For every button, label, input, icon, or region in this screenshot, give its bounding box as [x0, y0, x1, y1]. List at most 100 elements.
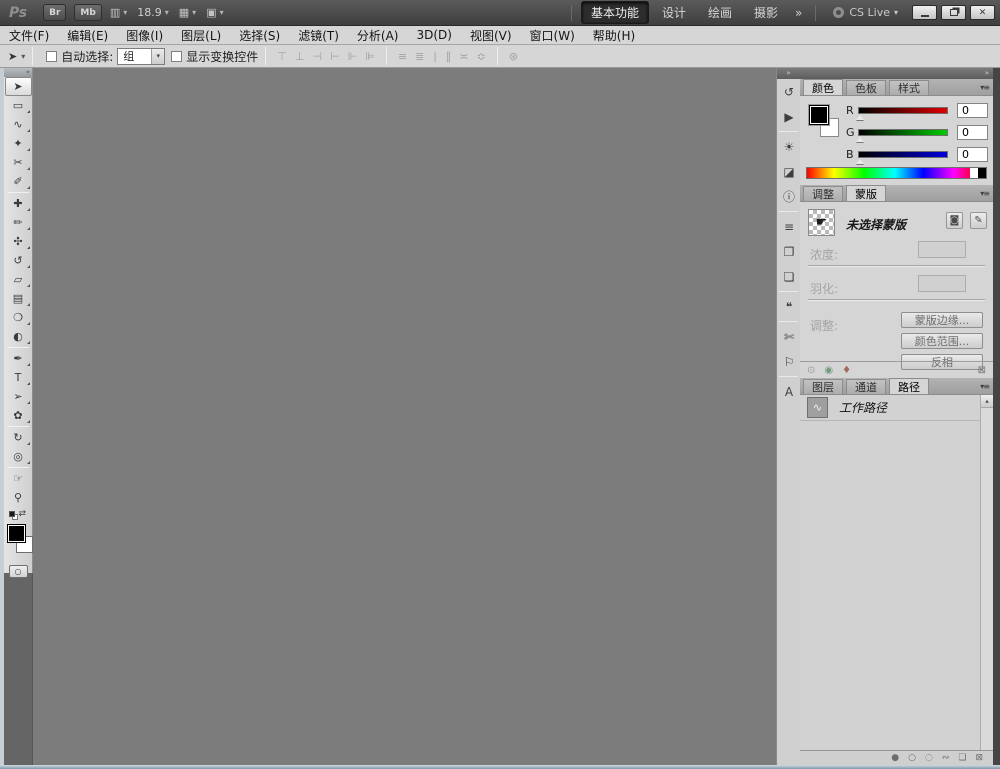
3d-rotate-tool[interactable]: ↻: [5, 428, 32, 447]
scroll-up-button[interactable]: ▴: [981, 395, 993, 408]
auto-select-checkbox[interactable]: [46, 51, 57, 62]
tab-swatches[interactable]: 色板: [846, 80, 886, 95]
black-swatch[interactable]: [978, 168, 986, 178]
info-panel-icon[interactable]: ⓘ: [777, 184, 801, 209]
work-path-row[interactable]: ∿ 工作路径: [800, 395, 993, 421]
document-canvas[interactable]: [33, 68, 776, 765]
minimize-button[interactable]: [912, 5, 937, 20]
tab-masks[interactable]: 蒙版: [846, 185, 886, 201]
workspace-design[interactable]: 设计: [653, 2, 695, 23]
slider-thumb[interactable]: [856, 111, 864, 120]
dodge-tool[interactable]: ◐: [5, 327, 32, 346]
slider-thumb[interactable]: [856, 133, 864, 142]
color-spectrum-ramp[interactable]: [806, 167, 987, 179]
path-thumbnail[interactable]: ∿: [807, 397, 828, 418]
move-tool-preset[interactable]: ➤ ▾: [8, 50, 25, 63]
fill-path-icon[interactable]: ●: [891, 753, 899, 763]
tab-layers[interactable]: 图层: [803, 379, 843, 394]
panel-menu-icon[interactable]: ▾≡: [980, 83, 989, 92]
distribute-top-icon[interactable]: ≡: [398, 50, 407, 63]
mask-edge-button[interactable]: 蒙版边缘...: [901, 312, 983, 328]
zoom-level-control[interactable]: 18.9 ▾: [137, 6, 169, 19]
notes-panel-icon[interactable]: ❝: [777, 294, 801, 319]
load-selection-from-mask-icon[interactable]: ⊙: [807, 365, 815, 376]
hand-tool[interactable]: ☞: [5, 469, 32, 488]
align-center-h-icon[interactable]: ⊩: [348, 50, 358, 63]
enable-disable-mask-icon[interactable]: ◉: [824, 365, 833, 376]
add-pixel-mask-button[interactable]: ◙: [946, 212, 963, 229]
feather-input[interactable]: [918, 275, 966, 292]
marquee-tool[interactable]: ▭: [5, 96, 32, 115]
menu-edit[interactable]: 编辑(E): [58, 27, 117, 44]
default-colors-control[interactable]: ⇄: [8, 509, 28, 523]
menu-image[interactable]: 图像(I): [117, 27, 172, 44]
stroke-path-icon[interactable]: ○: [908, 753, 916, 763]
dock-collapse-bar[interactable]: »: [777, 68, 800, 79]
arrange-documents-button[interactable]: ▦ ▾: [179, 6, 196, 19]
type-tool[interactable]: T: [5, 368, 32, 387]
slider-thumb[interactable]: [856, 155, 864, 164]
tab-channels[interactable]: 通道: [846, 379, 886, 394]
quick-mask-button[interactable]: ○: [9, 565, 28, 578]
brush-tool[interactable]: ✏: [5, 213, 32, 232]
distribute-bottom-icon[interactable]: ∣: [432, 50, 438, 63]
measurement-log-panel-icon[interactable]: ✄: [777, 324, 801, 349]
workspace-painting[interactable]: 绘画: [699, 2, 741, 23]
foreground-color-swatch[interactable]: [7, 524, 26, 543]
zoom-tool[interactable]: ⚲: [5, 488, 32, 507]
workspace-photography[interactable]: 摄影: [745, 2, 787, 23]
color-range-button[interactable]: 颜色范围...: [901, 333, 983, 349]
white-swatch[interactable]: [970, 168, 978, 178]
gradient-tool[interactable]: ▤: [5, 289, 32, 308]
blue-slider[interactable]: [858, 151, 948, 158]
apply-mask-icon[interactable]: ♦: [842, 365, 851, 376]
menu-layer[interactable]: 图层(L): [172, 27, 230, 44]
adjustments-panel-icon[interactable]: ☀: [777, 134, 801, 159]
image-panel-icon[interactable]: ◪: [777, 159, 801, 184]
move-tool[interactable]: ➤: [5, 77, 32, 96]
red-value-input[interactable]: 0: [957, 103, 988, 118]
view-extras-button[interactable]: ▥ ▾: [110, 6, 127, 19]
tab-adjustments[interactable]: 调整: [803, 186, 843, 201]
screen-mode-button[interactable]: ▣ ▾: [206, 6, 223, 19]
delete-mask-icon[interactable]: ⊠: [978, 365, 986, 376]
actions-panel-icon[interactable]: ▶: [777, 104, 801, 129]
lasso-tool[interactable]: ∿: [5, 115, 32, 134]
menu-window[interactable]: 窗口(W): [521, 27, 584, 44]
default-colors-icon[interactable]: [9, 511, 18, 520]
align-right-icon[interactable]: ⊢: [330, 50, 340, 63]
align-top-icon[interactable]: ⊤: [277, 50, 287, 63]
panel-dock-collapse-bar[interactable]: »: [800, 68, 993, 79]
workspace-overflow-button[interactable]: »: [795, 6, 802, 20]
blue-value-input[interactable]: 0: [957, 147, 988, 162]
add-vector-mask-button[interactable]: ✎: [970, 212, 987, 229]
pen-tool[interactable]: ✒: [5, 349, 32, 368]
auto-align-layers-icon[interactable]: ⊛: [509, 50, 518, 63]
spot-healing-brush-tool[interactable]: ✚: [5, 194, 32, 213]
tab-styles[interactable]: 样式: [889, 80, 929, 95]
workspace-essentials[interactable]: 基本功能: [581, 1, 649, 24]
animation-panel-icon[interactable]: ⚐: [777, 349, 801, 374]
layer-comps-panel-icon[interactable]: ❏: [777, 264, 801, 289]
clone-source-panel-icon[interactable]: ❐: [777, 239, 801, 264]
cs-live-button[interactable]: CS Live ▾: [833, 6, 898, 19]
make-work-path-icon[interactable]: ∾: [942, 753, 950, 763]
mini-bridge-button[interactable]: Mb: [74, 4, 101, 21]
density-input[interactable]: [918, 241, 966, 258]
crop-tool[interactable]: ✂: [5, 153, 32, 172]
align-bottom-icon[interactable]: ⊥: [295, 50, 305, 63]
foreground-color-swatch[interactable]: [809, 105, 829, 125]
align-center-v-icon[interactable]: ⊫: [365, 50, 375, 63]
swap-colors-icon[interactable]: ⇄: [18, 509, 26, 519]
custom-shape-tool[interactable]: ✿: [5, 406, 32, 425]
density-slider[interactable]: [808, 265, 985, 267]
restore-button[interactable]: [941, 5, 966, 20]
history-brush-tool[interactable]: ↺: [5, 251, 32, 270]
auto-select-dropdown[interactable]: 组 ▾: [117, 48, 165, 65]
new-path-icon[interactable]: ❏: [958, 753, 966, 763]
panel-menu-icon[interactable]: ▾≡: [980, 382, 989, 391]
menu-filter[interactable]: 滤镜(T): [289, 27, 348, 44]
delete-path-icon[interactable]: ⊠: [975, 753, 983, 763]
load-path-as-selection-icon[interactable]: ◌: [925, 753, 933, 763]
quick-selection-tool[interactable]: ✦: [5, 134, 32, 153]
